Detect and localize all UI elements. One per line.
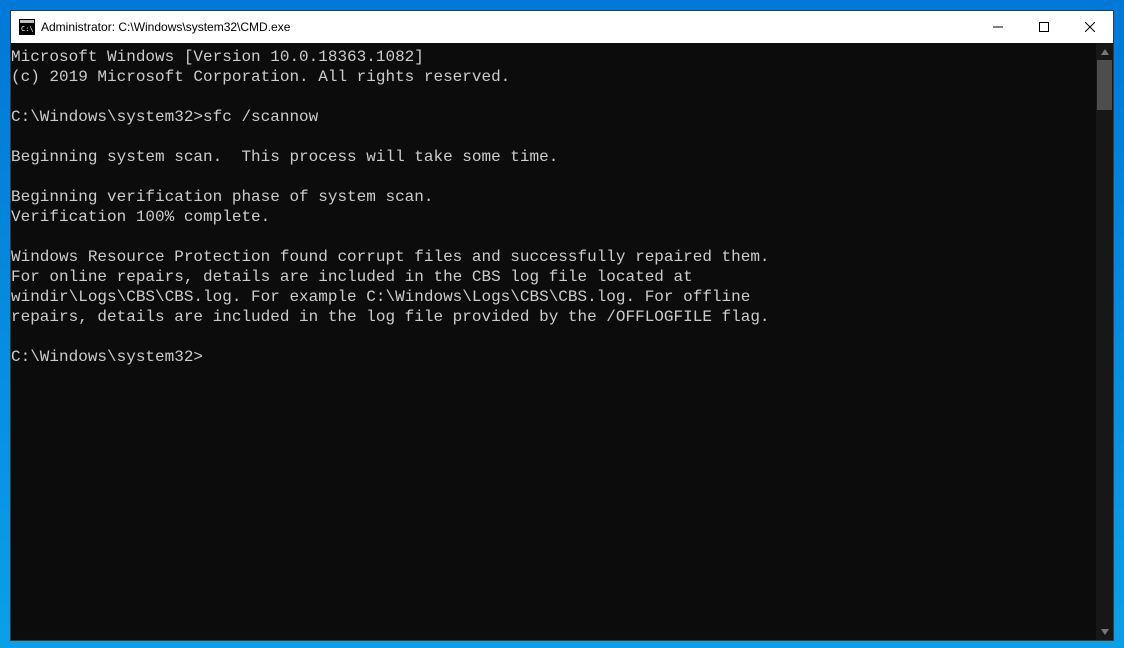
scrollbar[interactable] xyxy=(1096,43,1113,640)
console-output: Microsoft Windows [Version 10.0.18363.10… xyxy=(11,43,1095,640)
scroll-up-icon[interactable] xyxy=(1096,43,1113,60)
minimize-button[interactable] xyxy=(975,11,1021,43)
console-area[interactable]: Microsoft Windows [Version 10.0.18363.10… xyxy=(11,43,1113,640)
close-button[interactable] xyxy=(1067,11,1113,43)
scrollbar-thumb[interactable] xyxy=(1097,60,1112,110)
window-controls xyxy=(975,11,1113,43)
scroll-down-icon[interactable] xyxy=(1096,623,1113,640)
titlebar[interactable]: C:\ Administrator: C:\Windows\system32\C… xyxy=(11,11,1113,43)
window-title: Administrator: C:\Windows\system32\CMD.e… xyxy=(41,20,975,34)
maximize-button[interactable] xyxy=(1021,11,1067,43)
svg-text:C:\: C:\ xyxy=(21,25,34,33)
cmd-icon: C:\ xyxy=(19,19,35,35)
cmd-window: C:\ Administrator: C:\Windows\system32\C… xyxy=(10,10,1114,641)
